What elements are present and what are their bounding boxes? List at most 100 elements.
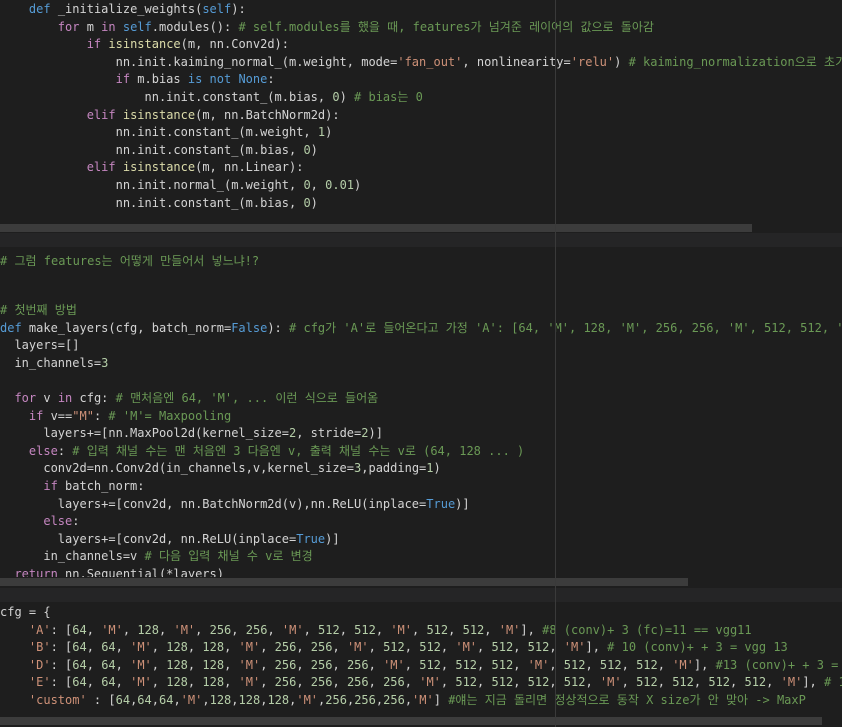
code-token: else [28, 443, 58, 458]
code-token: 256 [354, 692, 376, 707]
code-line: if m.bias is not None: [0, 71, 842, 89]
code-token: , [296, 675, 311, 690]
code-token: ], [693, 657, 716, 672]
code-token: # 'M'= Maxpooling [108, 408, 232, 423]
code-token: ): [231, 2, 246, 16]
code-line: nn.init.normal_(m.weight, 0, 0.01) [0, 177, 842, 195]
code-token: 512 [527, 640, 550, 655]
code-token: , [173, 692, 181, 707]
code-token: # 첫번째 방법 [0, 303, 77, 317]
code-line: return nn.Sequential(*layers) [0, 566, 842, 577]
code-token: 64 [72, 640, 87, 655]
code-token: 128 [238, 692, 261, 707]
code-token: , [448, 622, 463, 637]
code-token: if [28, 408, 44, 423]
code-token: , [202, 692, 210, 707]
code-token: 128 [267, 692, 290, 707]
code-token: , [549, 657, 564, 672]
code-token: , [115, 657, 131, 672]
code-token: self [122, 19, 152, 34]
horizontal-scrollbar[interactable] [0, 717, 822, 725]
code-block: # 그럼 features는 어떻게 만들어서 넣느냐!? [0, 251, 842, 271]
code-token: 256 [209, 622, 232, 637]
code-token: 512 [491, 657, 514, 672]
horizontal-scrollbar[interactable] [0, 578, 688, 586]
code-token: 512 [708, 675, 731, 690]
code-token: 'M' [455, 640, 478, 655]
code-token: , [477, 657, 492, 672]
code-line: else: # 입력 채널 수는 맨 처음엔 3 다음엔 v, 출력 채널 수는… [0, 443, 842, 461]
code-token: 'M' [238, 640, 261, 655]
code-token: # bias는 0 [354, 89, 423, 104]
code-token: # 입력 채널 수는 맨 처음엔 3 다음엔 v, 출력 채널 수는 v로 (6… [72, 443, 525, 458]
code-token: #13 (conv)+ + 3 = vgg [715, 657, 839, 672]
code-line: 'E': [64, 64, 'M', 128, 128, 'M', 256, 2… [0, 674, 842, 692]
code-token: , [296, 640, 311, 655]
code-token: in_channels=v [0, 549, 145, 564]
code-token: 512 [599, 657, 622, 672]
code-token: (m, nn.BatchNorm2d): [195, 107, 340, 122]
code-token: in [57, 390, 73, 405]
code-token: , [549, 640, 564, 655]
code-token: , [375, 622, 391, 637]
code-cell-question[interactable]: # 그럼 features는 어떻게 만들어서 넣느냐!? [0, 251, 842, 276]
code-cell-cfg[interactable]: cfg = { 'A' : [ 64, 'M', 128, 'M', 256, 25… [0, 604, 842, 714]
code-token: make_layers(cfg, batch_norm= [21, 320, 232, 335]
code-token: 'M' [130, 657, 152, 672]
code-cell-make-layers[interactable]: # 첫번째 방법 def make_layers(cfg, batch_norm=… [0, 302, 842, 577]
code-token: 'M' [346, 640, 369, 655]
code-line: layers+=[conv2d, nn.BatchNorm2d(v),nn.Re… [0, 496, 842, 514]
code-block: cfg = { 'A' : [ 64, 'M', 128, 'M', 256, 25… [0, 604, 842, 710]
code-token: 0 [303, 177, 311, 192]
code-token: layers+=[conv2d, nn.ReLU(inplace= [0, 531, 297, 546]
code-token: , [657, 675, 673, 690]
code-token: nn.init.constant_(m.weight, [0, 125, 318, 140]
code-token: 'fan_out' [397, 54, 463, 69]
code-line: nn.init.constant_(m.bias, 0) [0, 142, 842, 160]
code-token: .modules(): [151, 19, 239, 34]
code-token: 'M' [412, 692, 434, 707]
code-token: # 그럼 features는 어떻게 만들어서 넣느냐!? [0, 254, 260, 268]
horizontal-scrollbar[interactable] [0, 224, 752, 232]
code-token: , [151, 640, 167, 655]
code-token: 256 [310, 640, 333, 655]
code-token: , [151, 675, 167, 690]
code-token: , [332, 657, 347, 672]
code-token: elif [86, 107, 116, 122]
code-token: ) [354, 177, 362, 192]
code-token: : [ [50, 675, 73, 690]
code-token: , [86, 675, 102, 690]
code-token: , [477, 640, 492, 655]
code-token: 'A' [28, 622, 51, 637]
code-cell-init-weights[interactable]: def _initialize_weights(self): for m in … [0, 0, 842, 222]
code-token: )] [368, 426, 383, 441]
code-token: 512 [672, 675, 694, 690]
code-token: , [404, 675, 420, 690]
code-token: "M" [72, 408, 94, 423]
code-token: , [115, 675, 131, 690]
code-token: 'M' [563, 640, 586, 655]
code-token: 'custom' [28, 692, 87, 707]
code-token: , [404, 692, 413, 707]
code-token: 512 [491, 675, 514, 690]
code-token: 64 [137, 692, 152, 707]
code-token: 512 [527, 675, 550, 690]
code-line: 'B': [64, 64, 'M', 128, 128, 'M', 256, 2… [0, 639, 842, 657]
code-token: is [187, 72, 203, 87]
code-token: 128 [202, 640, 225, 655]
code-token: , [621, 657, 637, 672]
code-token: 512 [491, 640, 514, 655]
code-line: 'D': [64, 64, 'M', 128, 128, 'M', 256, 2… [0, 657, 842, 675]
code-token: 'M' [498, 622, 521, 637]
code-token: 'M' [281, 622, 304, 637]
code-token: None [238, 72, 268, 87]
code-token: cfg = { [0, 605, 51, 619]
code-token: , [224, 675, 239, 690]
code-token: 256 [383, 675, 405, 690]
code-token: ) [339, 89, 355, 104]
cell-separator [0, 588, 842, 602]
